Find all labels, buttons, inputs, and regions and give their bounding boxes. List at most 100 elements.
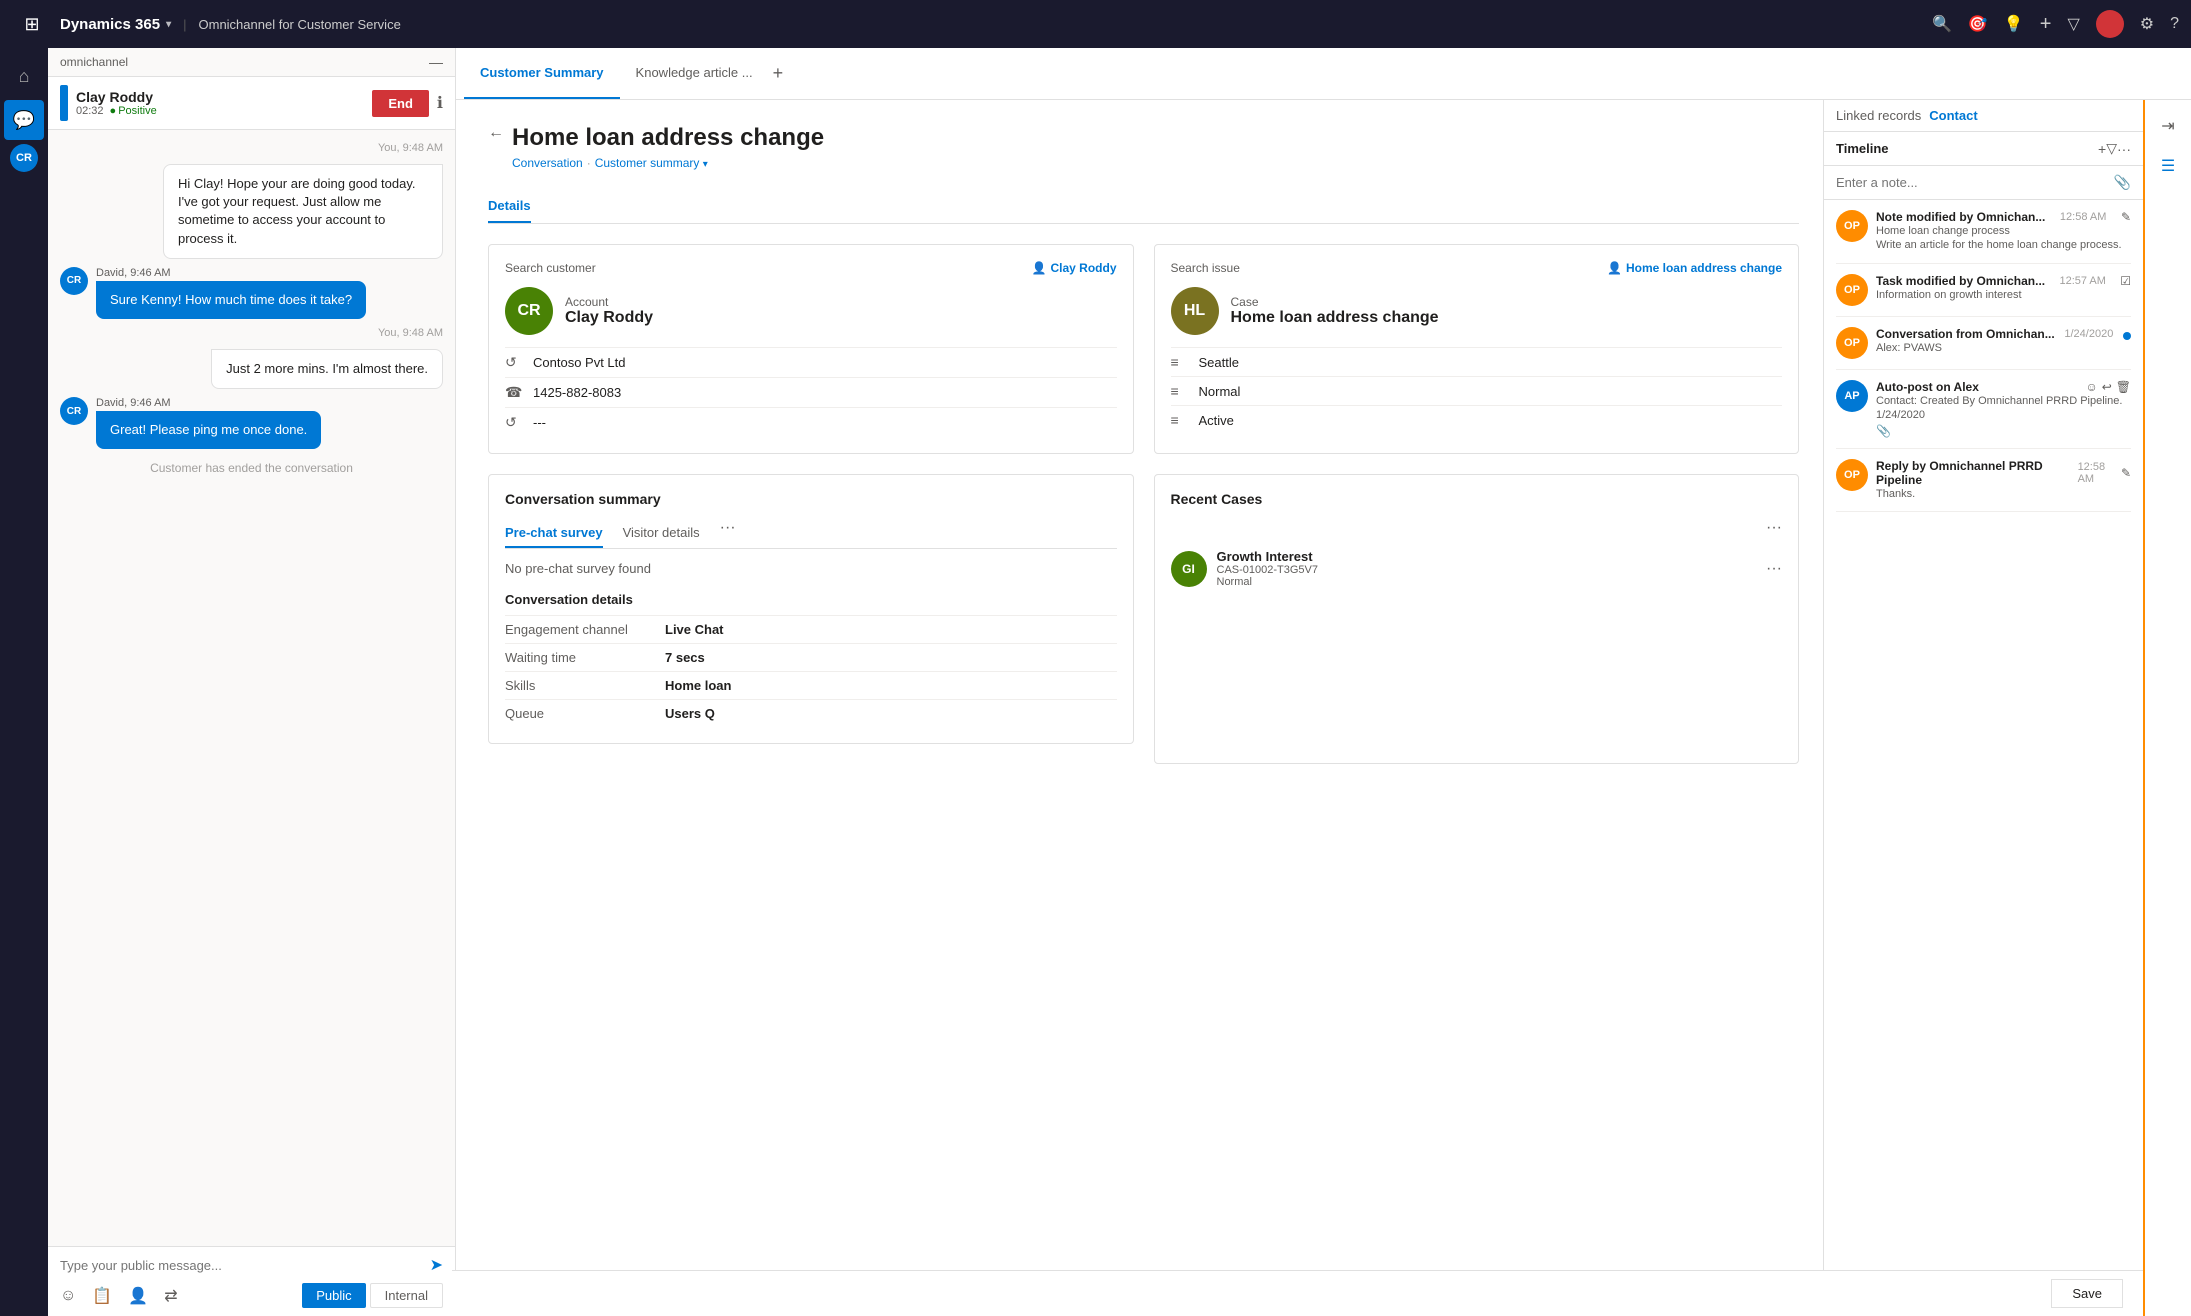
- customer-company-row: ↺ Contoso Pvt Ltd: [505, 347, 1117, 377]
- chat-mode-buttons: Public Internal: [302, 1283, 443, 1308]
- sidebar-chat-icon[interactable]: 💬: [4, 100, 44, 140]
- conversation-summary-title: Conversation summary: [505, 491, 1117, 507]
- timeline-add-btn[interactable]: +: [2098, 141, 2106, 157]
- end-chat-button[interactable]: End: [372, 90, 429, 117]
- customer-name: Clay Roddy: [565, 309, 653, 327]
- details-tab[interactable]: Details: [488, 190, 531, 223]
- timeline-header: Timeline + ▽ ···: [1824, 132, 2143, 166]
- customer-card: Search customer 👤 Clay Roddy CR Ac: [488, 244, 1134, 454]
- case-priority: Normal: [1199, 384, 1241, 399]
- search-icon[interactable]: 🔍: [1932, 14, 1952, 34]
- sidebar-cr-avatar[interactable]: CR: [10, 144, 38, 172]
- timeline-item-2: OP Conversation from Omnichan... 1/24/20…: [1836, 317, 2131, 370]
- case-status-row: ≡ Active: [1171, 405, 1783, 434]
- customer-info-row: CR Account Clay Roddy: [505, 287, 1117, 335]
- lightbulb-icon[interactable]: 💡: [2004, 14, 2024, 34]
- attachment-button[interactable]: 📋: [92, 1286, 112, 1306]
- timeline-reply-3[interactable]: ↩: [2102, 380, 2112, 394]
- chat-message-input[interactable]: [60, 1258, 422, 1273]
- contact-label[interactable]: Contact: [1929, 108, 1977, 123]
- message-sender-4: David, 9:46 AM: [96, 397, 443, 409]
- send-message-button[interactable]: ➤: [430, 1255, 443, 1275]
- main-content: ← Home loan address change Conversation …: [456, 100, 1823, 1316]
- tab-knowledge-article[interactable]: Knowledge article ...: [620, 48, 769, 99]
- case-location: Seattle: [1199, 355, 1239, 370]
- tab-knowledge-article-label: Knowledge article ...: [636, 65, 753, 80]
- recent-case-name-0: Growth Interest: [1217, 549, 1757, 564]
- add-icon[interactable]: +: [2040, 13, 2052, 36]
- chat-panel: omnichannel — Clay Roddy 02:32 ● Positiv…: [48, 48, 456, 1316]
- omnichannel-close-btn[interactable]: —: [429, 54, 443, 70]
- timeline-filter-btn[interactable]: ▽: [2106, 140, 2117, 157]
- sidebar-home-icon[interactable]: ⌂: [4, 56, 44, 96]
- customer-phone: 1425-882-8083: [533, 385, 621, 400]
- timeline-title: Timeline: [1836, 141, 2098, 156]
- internal-mode-button[interactable]: Internal: [370, 1283, 443, 1308]
- more-tabs-button[interactable]: ···: [720, 519, 736, 548]
- collapse-icon[interactable]: ⇥: [2150, 108, 2186, 144]
- case-link[interactable]: 👤 Home loan address change: [1607, 261, 1782, 275]
- public-mode-button[interactable]: Public: [302, 1283, 365, 1308]
- timeline-edit-4[interactable]: ✎: [2121, 466, 2131, 480]
- customer-link[interactable]: 👤 Clay Roddy: [1032, 261, 1117, 275]
- recent-case-options-0[interactable]: ···: [1766, 560, 1782, 578]
- message-row-2: CR David, 9:46 AM Sure Kenny! How much t…: [60, 267, 443, 319]
- target-icon[interactable]: 🎯: [1968, 14, 1988, 34]
- filter-icon[interactable]: ▽: [2067, 14, 2079, 34]
- search-customer-label: Search customer: [505, 261, 596, 275]
- help-icon[interactable]: ?: [2170, 15, 2179, 33]
- far-right-strip: ⇥ ☰: [2143, 100, 2191, 1316]
- case-name: Home loan address change: [1231, 309, 1439, 327]
- recent-cases-title: Recent Cases: [1171, 491, 1783, 507]
- timeline-avatar-0: OP: [1836, 210, 1868, 242]
- timeline-avatar-2: OP: [1836, 327, 1868, 359]
- save-button[interactable]: Save: [2051, 1279, 2123, 1308]
- settings-icon[interactable]: ⚙: [2140, 14, 2154, 34]
- detail-value-2: Home loan: [665, 678, 731, 693]
- message-avatar-4: CR: [60, 397, 88, 425]
- add-tab-button[interactable]: +: [773, 63, 784, 84]
- detail-row-0: Engagement channel Live Chat: [505, 615, 1117, 643]
- grid-menu-icon[interactable]: ⊞: [12, 4, 52, 44]
- conversation-summary-card: Conversation summary Pre-chat survey Vis…: [488, 474, 1134, 744]
- brand-chevron[interactable]: ▾: [166, 19, 171, 30]
- list-icon[interactable]: ☰: [2150, 148, 2186, 184]
- message-bubble-4: Great! Please ping me once done.: [96, 411, 321, 449]
- back-button[interactable]: ←: [488, 124, 504, 142]
- chat-header-info: Clay Roddy 02:32 ● Positive: [76, 89, 364, 117]
- timeline-clip-btn[interactable]: 📎: [2114, 174, 2131, 191]
- customer-name-block: Account Clay Roddy: [565, 295, 653, 327]
- timeline-content-4: Reply by Omnichannel PRRD Pipeline 12:58…: [1876, 459, 2131, 501]
- breadcrumb-separator: ·: [587, 156, 591, 170]
- person-button[interactable]: 👤: [128, 1286, 148, 1306]
- timeline-title-1: Task modified by Omnichan...: [1876, 274, 2045, 288]
- timeline-clip-3[interactable]: 📎: [1876, 424, 1891, 438]
- timeline-items: OP Note modified by Omnichan... 12:58 AM…: [1824, 200, 2143, 1270]
- no-survey-message: No pre-chat survey found: [505, 561, 1117, 576]
- timeline-emoji-3[interactable]: ☺: [2085, 380, 2097, 394]
- visitor-details-tab[interactable]: Visitor details: [623, 519, 700, 548]
- timeline-edit-0[interactable]: ✎: [2121, 210, 2131, 224]
- transfer-button[interactable]: ⇄: [164, 1286, 177, 1306]
- brand-logo[interactable]: Dynamics 365 ▾: [60, 16, 171, 33]
- message-bubble-2: Sure Kenny! How much time does it take?: [96, 281, 366, 319]
- recent-cases-more-btn[interactable]: ···: [1766, 519, 1782, 537]
- timeline-check-1[interactable]: ☑: [2120, 274, 2131, 288]
- tab-customer-summary[interactable]: Customer Summary: [464, 48, 620, 99]
- chat-info-button[interactable]: ℹ: [437, 93, 443, 113]
- timeline-item-3: AP Auto-post on Alex ☺ ↩ 🗑 Contact: Cr: [1836, 370, 2131, 450]
- chat-header-sub: 02:32 ● Positive: [76, 105, 364, 117]
- timeline-note-input[interactable]: [1836, 175, 2110, 190]
- recent-case-avatar-0: GI: [1171, 551, 1207, 587]
- chat-input-row: ➤: [60, 1255, 443, 1275]
- timeline-content-0: Note modified by Omnichan... 12:58 AM ✎ …: [1876, 210, 2131, 253]
- prechat-tab[interactable]: Pre-chat survey: [505, 519, 603, 548]
- page-header-row: ← Home loan address change Conversation …: [488, 124, 1799, 186]
- timeline-subtitle-1: Information on growth interest: [1876, 288, 2131, 302]
- timeline-delete-3[interactable]: 🗑: [2116, 380, 2131, 394]
- user-avatar[interactable]: [2096, 10, 2124, 38]
- breadcrumb-conversation[interactable]: Conversation: [512, 156, 583, 170]
- emoji-button[interactable]: ☺: [60, 1287, 76, 1305]
- timeline-more-btn[interactable]: ···: [2117, 141, 2131, 157]
- breadcrumb-customer-summary[interactable]: Customer summary ▾: [595, 156, 708, 170]
